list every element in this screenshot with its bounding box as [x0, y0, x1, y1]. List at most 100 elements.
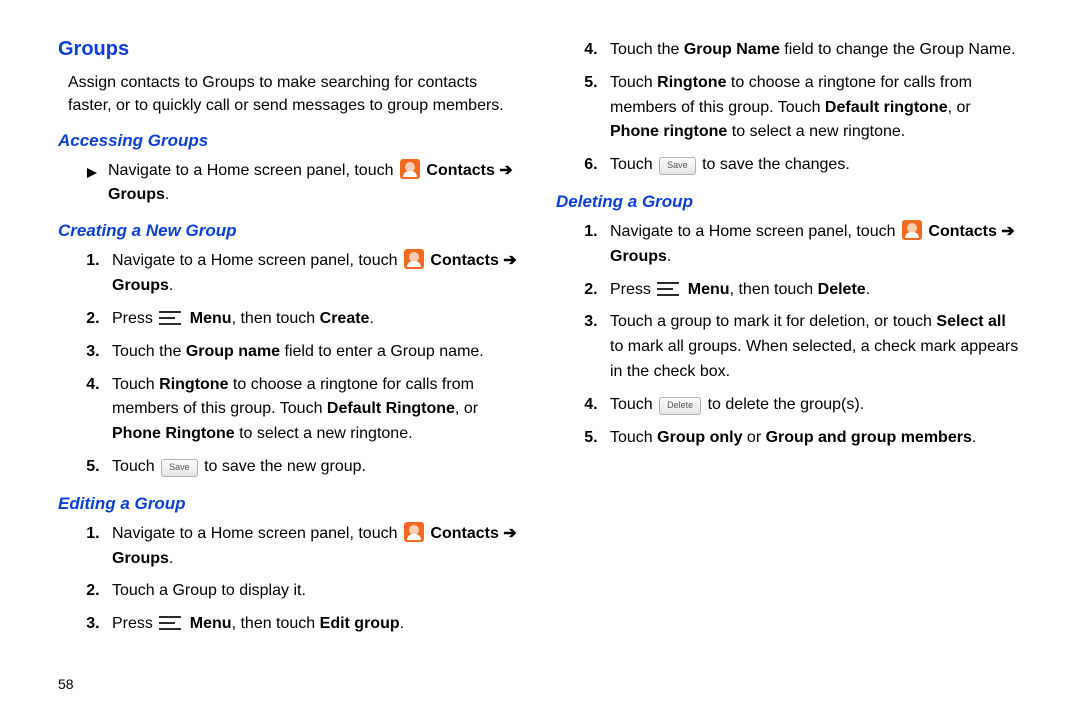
- list-item: Touch Ringtone to choose a ringtone for …: [602, 71, 1022, 145]
- delete-button-graphic: Delete: [659, 397, 701, 415]
- text: Touch: [610, 429, 657, 446]
- arrow: ➔: [499, 525, 517, 542]
- label: Group name: [186, 343, 280, 360]
- text: , then touch: [232, 615, 320, 632]
- section-heading-groups: Groups: [58, 38, 524, 61]
- subheading-accessing: Accessing Groups: [58, 131, 524, 151]
- label: Ringtone: [657, 74, 726, 91]
- arrow: ➔: [495, 162, 513, 179]
- text: Touch: [610, 156, 657, 173]
- text: .: [169, 550, 173, 567]
- text: Press: [112, 310, 157, 327]
- subheading-deleting: Deleting a Group: [556, 192, 1022, 212]
- text: .: [866, 281, 870, 298]
- text: Touch: [610, 74, 657, 91]
- text: Touch the: [610, 41, 684, 58]
- save-button-graphic: Save: [161, 459, 198, 477]
- label: Group only: [657, 429, 742, 446]
- menu-icon: [159, 616, 181, 630]
- text: Navigate to a Home screen panel, touch: [112, 525, 402, 542]
- label: Phone ringtone: [610, 123, 727, 140]
- triangle-bullet-icon: [86, 163, 98, 187]
- creating-steps: Navigate to a Home screen panel, touch C…: [76, 249, 524, 479]
- menu-icon: [159, 311, 181, 325]
- label-groups: Groups: [108, 186, 165, 203]
- label-contacts: Contacts: [430, 252, 498, 269]
- subheading-editing: Editing a Group: [58, 494, 524, 514]
- list-item: Touch the Group name field to enter a Gr…: [104, 340, 524, 365]
- text: Touch: [112, 458, 159, 475]
- contacts-icon: [902, 220, 922, 240]
- text: to select a new ringtone.: [235, 425, 413, 442]
- text: Press: [610, 281, 655, 298]
- list-item: Touch Save to save the changes.: [602, 153, 1022, 178]
- label-menu: Menu: [190, 615, 232, 632]
- contacts-icon: [404, 249, 424, 269]
- list-item: Press Menu, then touch Create.: [104, 307, 524, 332]
- label: Select all: [936, 313, 1005, 330]
- contacts-icon: [400, 159, 420, 179]
- subheading-creating: Creating a New Group: [58, 221, 524, 241]
- label-groups: Groups: [610, 248, 667, 265]
- text: to save the changes.: [702, 156, 850, 173]
- text: to delete the group(s).: [708, 396, 865, 413]
- text: Press: [112, 615, 157, 632]
- list-item: Touch Ringtone to choose a ringtone for …: [104, 373, 524, 447]
- label-groups: Groups: [112, 550, 169, 567]
- arrow: ➔: [997, 223, 1015, 240]
- list-item: Touch Group only or Group and group memb…: [602, 426, 1022, 451]
- text: to save the new group.: [204, 458, 366, 475]
- label-create: Create: [320, 310, 370, 327]
- text: .: [400, 615, 404, 632]
- text: Touch: [610, 396, 657, 413]
- menu-icon: [657, 282, 679, 296]
- label-contacts: Contacts: [430, 525, 498, 542]
- text: Touch a group to mark it for deletion, o…: [610, 313, 936, 330]
- text: .: [165, 186, 169, 203]
- label-contacts: Contacts: [928, 223, 996, 240]
- text: .: [169, 277, 173, 294]
- text: to select a new ringtone.: [727, 123, 905, 140]
- label-contacts: Contacts: [426, 162, 494, 179]
- label: Phone Ringtone: [112, 425, 235, 442]
- label-menu: Menu: [190, 310, 232, 327]
- text: Navigate to a Home screen panel, touch: [108, 162, 398, 179]
- text: , then touch: [730, 281, 818, 298]
- text: field to change the Group Name.: [780, 41, 1016, 58]
- text: .: [667, 248, 671, 265]
- label: Group and group members: [766, 429, 972, 446]
- list-item: Touch the Group Name field to change the…: [602, 38, 1022, 63]
- label: Default ringtone: [825, 99, 948, 116]
- save-button-graphic: Save: [659, 157, 696, 175]
- intro-paragraph: Assign contacts to Groups to make search…: [68, 71, 524, 117]
- contacts-icon: [404, 522, 424, 542]
- label: Ringtone: [159, 376, 228, 393]
- label-groups: Groups: [112, 277, 169, 294]
- text: Touch: [112, 376, 159, 393]
- label: Default Ringtone: [327, 400, 455, 417]
- accessing-step: Navigate to a Home screen panel, touch C…: [86, 159, 524, 207]
- label: Edit group: [320, 615, 400, 632]
- label: Group Name: [684, 41, 780, 58]
- list-item: Navigate to a Home screen panel, touch C…: [104, 249, 524, 299]
- text: Navigate to a Home screen panel, touch: [610, 223, 900, 240]
- text: .: [369, 310, 373, 327]
- text: to mark all groups. When selected, a che…: [610, 338, 1018, 380]
- list-item: Press Menu, then touch Edit group.: [104, 612, 524, 637]
- text: or: [742, 429, 765, 446]
- label-menu: Menu: [688, 281, 730, 298]
- list-item: Touch Delete to delete the group(s).: [602, 393, 1022, 418]
- text: , or: [948, 99, 971, 116]
- text: Touch the: [112, 343, 186, 360]
- text: Navigate to a Home screen panel, touch: [112, 252, 402, 269]
- list-item: Navigate to a Home screen panel, touch C…: [104, 522, 524, 572]
- text: field to enter a Group name.: [280, 343, 484, 360]
- list-item: Navigate to a Home screen panel, touch C…: [602, 220, 1022, 270]
- label: Delete: [818, 281, 866, 298]
- list-item: Press Menu, then touch Delete.: [602, 278, 1022, 303]
- accessing-text: Navigate to a Home screen panel, touch C…: [108, 159, 524, 207]
- page-number: 58: [58, 676, 74, 692]
- arrow: ➔: [499, 252, 517, 269]
- text: , then touch: [232, 310, 320, 327]
- deleting-steps: Navigate to a Home screen panel, touch C…: [574, 220, 1022, 450]
